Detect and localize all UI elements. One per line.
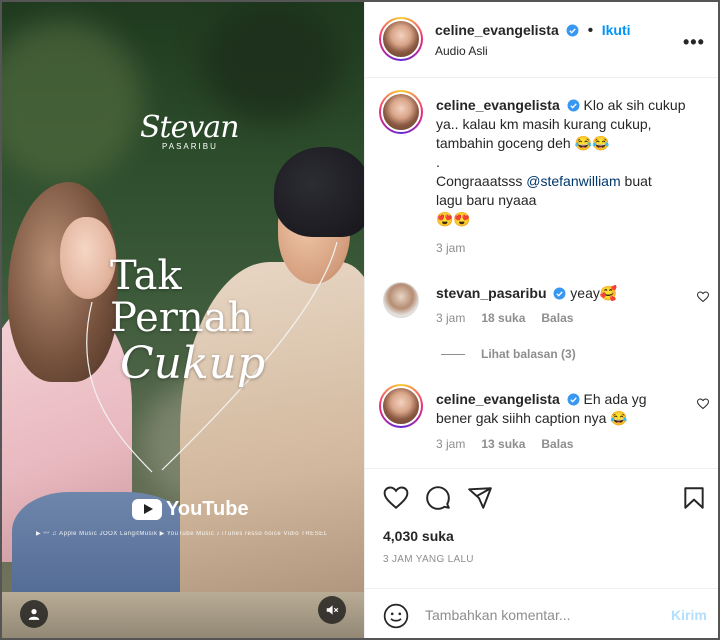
song-title-line-2: Pernah (110, 295, 254, 341)
verified-badge-icon (567, 99, 580, 112)
comment-icon[interactable] (425, 485, 451, 511)
mute-icon (326, 605, 339, 615)
artist-logo: Stevan (140, 110, 240, 145)
tag-user-icon (28, 609, 40, 620)
comment-line: Congraaatsss @stefanwilliam buat (436, 173, 652, 189)
comment-line: bener gak siihh caption nya 😂 (436, 410, 628, 426)
comment-text: celine_evangelista Klo ak sih cukup ya..… (436, 96, 688, 229)
post-actions (365, 468, 718, 524)
post-timestamp[interactable]: 3 JAM YANG LALU (383, 554, 474, 565)
comment-likes[interactable]: 18 suka (481, 311, 525, 325)
comment-line: tambahin goceng deh 😂😂 (436, 135, 610, 151)
youtube-logo-icon (132, 499, 162, 520)
comment-line: ya.. kalau km masih kurang cukup, (436, 116, 652, 132)
song-title-line-3: Cukup (120, 338, 266, 389)
song-title-line-1: Tak (110, 253, 182, 299)
share-icon[interactable] (467, 485, 493, 511)
more-options-icon[interactable]: ••• (683, 32, 705, 53)
reply-button[interactable]: Balas (541, 437, 573, 451)
follow-button[interactable]: Ikuti (602, 22, 631, 38)
comment-text: celine_evangelista Eh ada yg bener gak s… (436, 390, 688, 428)
commenter-username[interactable]: celine_evangelista (436, 391, 560, 407)
comment-line: Klo ak sih cukup (583, 97, 686, 113)
mute-button[interactable] (318, 596, 346, 624)
comment-input[interactable] (425, 605, 645, 625)
commenter-avatar[interactable] (379, 384, 423, 428)
comment-text: stevan_pasaribu yeay🥰 (436, 284, 688, 303)
comment-meta: 3 jam 18 suka Balas (436, 311, 573, 325)
author-line: celine_evangelista • Ikuti (435, 22, 631, 40)
comment-time[interactable]: 3 jam (436, 437, 465, 451)
comment-body: yeay🥰 (570, 285, 618, 301)
bookmark-icon[interactable] (681, 485, 707, 511)
platform-list: ▶ 〰 ♫ Apple Music JOOX LangitMusik ▶ You… (36, 531, 328, 537)
artist-logo-sub: PASARIBU (162, 142, 218, 151)
view-replies-label: Lihat balasan (3) (481, 347, 576, 361)
heart-icon[interactable] (697, 398, 709, 410)
author-username[interactable]: celine_evangelista (435, 22, 559, 38)
mention-link[interactable]: @stefanwilliam (526, 173, 620, 189)
separator-dot: • (587, 22, 594, 39)
post-media-video[interactable]: Stevan PASARIBU Tak Pernah Cukup YouTube… (2, 2, 364, 638)
comment-likes[interactable]: 13 suka (481, 437, 525, 451)
comment-time[interactable]: 3 jam (436, 311, 465, 325)
youtube-label: YouTube (166, 498, 249, 520)
send-button[interactable]: Kirim (671, 607, 707, 623)
comment-composer: Kirim (365, 588, 718, 638)
comment-time[interactable]: 3 jam (436, 241, 465, 255)
commenter-avatar[interactable] (383, 282, 419, 318)
comment-line: Eh ada yg (583, 391, 647, 407)
emoji-icon[interactable] (383, 603, 409, 629)
author-avatar[interactable] (379, 17, 423, 61)
replies-divider (441, 353, 465, 355)
post-viewer: Stevan PASARIBU Tak Pernah Cukup YouTube… (0, 0, 720, 640)
commenter-username[interactable]: stevan_pasaribu (436, 285, 547, 301)
view-replies-button[interactable]: Lihat balasan (3) (441, 347, 576, 361)
comment-line: lagu baru nyaaa (436, 192, 537, 208)
heart-icon[interactable] (697, 291, 709, 303)
post-header: celine_evangelista • Ikuti Audio Asli ••… (365, 2, 718, 78)
commenter-username[interactable]: celine_evangelista (436, 97, 560, 113)
comment-line: 😍😍 (436, 211, 471, 227)
comment-meta: 3 jam 13 suka Balas (436, 437, 573, 451)
verified-badge-icon (553, 287, 566, 300)
verified-badge-icon (566, 24, 579, 37)
post-side-panel: celine_evangelista • Ikuti Audio Asli ••… (364, 2, 718, 638)
comment-line: . (436, 154, 440, 170)
commenter-avatar[interactable] (379, 90, 423, 134)
heart-icon[interactable] (383, 485, 409, 511)
comment-meta: 3 jam (436, 241, 465, 255)
youtube-logo: YouTube (132, 498, 249, 521)
verified-badge-icon (567, 393, 580, 406)
audio-label[interactable]: Audio Asli (435, 44, 488, 58)
likes-count[interactable]: 4,030 suka (383, 528, 454, 544)
tag-user-button[interactable] (20, 600, 48, 628)
reply-button[interactable]: Balas (541, 311, 573, 325)
